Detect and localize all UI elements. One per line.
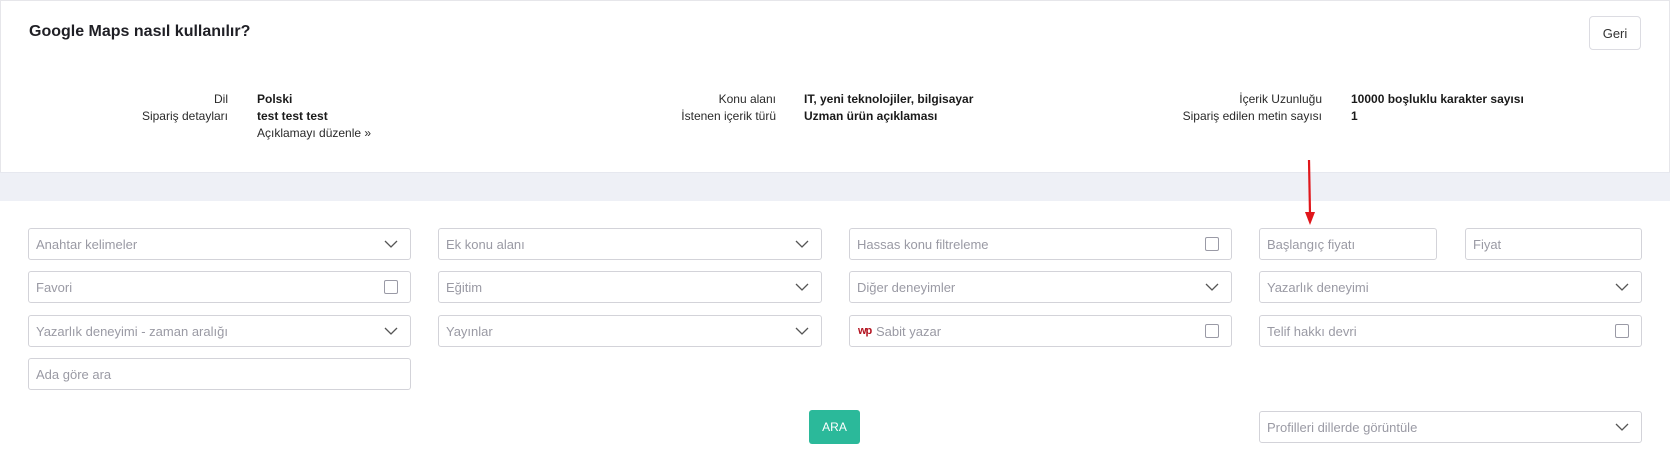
writing-period-select[interactable]: Yazarlık deneyimi - zaman aralığı bbox=[28, 315, 411, 347]
price-start-input[interactable] bbox=[1259, 228, 1437, 260]
topic-value: IT, yeni teknolojiler, bilgisayar bbox=[804, 92, 974, 106]
extra-topic-select[interactable]: Ek konu alanı bbox=[438, 228, 822, 260]
chevron-down-icon bbox=[1615, 283, 1629, 291]
sensitive-topic-checkbox[interactable] bbox=[1205, 237, 1219, 251]
profile-languages-placeholder: Profilleri dillerde görüntüle bbox=[1267, 420, 1418, 435]
education-placeholder: Eğitim bbox=[446, 280, 483, 295]
favorite-checkbox[interactable] bbox=[384, 280, 398, 294]
writing-period-placeholder: Yazarlık deneyimi - zaman aralığı bbox=[36, 324, 228, 339]
chevron-down-icon bbox=[795, 240, 809, 248]
content-type-value: Uzman ürün açıklaması bbox=[804, 109, 938, 123]
text-count-value: 1 bbox=[1351, 109, 1358, 123]
copyright-checkbox[interactable] bbox=[1615, 324, 1629, 338]
extra-topic-placeholder: Ek konu alanı bbox=[446, 237, 525, 252]
favorite-label: Favori bbox=[36, 280, 73, 295]
copyright-filter[interactable]: Telif hakkı devri bbox=[1259, 315, 1642, 347]
fixed-writer-checkbox[interactable] bbox=[1205, 324, 1219, 338]
chevron-down-icon bbox=[384, 327, 398, 335]
keywords-select[interactable]: Anahtar kelimeler bbox=[28, 228, 411, 260]
education-select[interactable]: Eğitim bbox=[438, 271, 822, 303]
other-experience-select[interactable]: Diğer deneyimler bbox=[849, 271, 1232, 303]
chevron-down-icon bbox=[795, 283, 809, 291]
back-button[interactable]: Geri bbox=[1589, 16, 1641, 50]
name-search-input[interactable] bbox=[28, 358, 411, 390]
writing-experience-select[interactable]: Yazarlık deneyimi bbox=[1259, 271, 1642, 303]
publications-select[interactable]: Yayınlar bbox=[438, 315, 822, 347]
keywords-placeholder: Anahtar kelimeler bbox=[36, 237, 138, 252]
chevron-down-icon bbox=[1205, 283, 1219, 291]
content-length-value: 10000 boşluklu karakter sayısı bbox=[1351, 92, 1524, 106]
other-experience-placeholder: Diğer deneyimler bbox=[857, 280, 956, 295]
annotation-arrow-icon bbox=[1305, 159, 1315, 225]
order-details-value: test test test bbox=[257, 109, 328, 123]
wp-logo-icon: wp bbox=[858, 325, 872, 337]
favorite-filter[interactable]: Favori bbox=[28, 271, 411, 303]
search-button[interactable]: ARA bbox=[809, 410, 860, 444]
content-length-label: İçerik Uzunluğu bbox=[1239, 92, 1322, 106]
price-input[interactable] bbox=[1465, 228, 1642, 260]
writing-experience-placeholder: Yazarlık deneyimi bbox=[1267, 280, 1369, 295]
chevron-down-icon bbox=[795, 327, 809, 335]
topic-label: Konu alanı bbox=[718, 92, 776, 106]
text-count-label: Sipariş edilen metin sayısı bbox=[1182, 109, 1322, 123]
language-value: Polski bbox=[257, 92, 293, 106]
chevron-down-icon bbox=[384, 240, 398, 248]
sensitive-topic-label: Hassas konu filtreleme bbox=[857, 237, 989, 252]
section-separator bbox=[0, 172, 1670, 201]
fixed-writer-label: Sabit yazar bbox=[876, 324, 942, 339]
edit-description-link[interactable]: Açıklamayı düzenle » bbox=[257, 126, 371, 140]
sensitive-topic-filter[interactable]: Hassas konu filtreleme bbox=[849, 228, 1232, 260]
order-details-label: Sipariş detayları bbox=[141, 109, 228, 123]
content-type-label: İstenen içerik türü bbox=[681, 109, 776, 123]
language-label: Dil bbox=[214, 92, 228, 106]
publications-placeholder: Yayınlar bbox=[446, 324, 493, 339]
fixed-writer-filter[interactable]: wp Sabit yazar bbox=[849, 315, 1232, 347]
page-title: Google Maps nasıl kullanılır? bbox=[29, 23, 251, 40]
copyright-label: Telif hakkı devri bbox=[1267, 324, 1357, 339]
profile-languages-select[interactable]: Profilleri dillerde görüntüle bbox=[1259, 411, 1642, 443]
chevron-down-icon bbox=[1615, 423, 1629, 431]
order-details-panel: Dil Polski Sipariş detayları test test t… bbox=[0, 65, 1670, 172]
page-header: Google Maps nasıl kullanılır? Geri bbox=[0, 0, 1670, 66]
